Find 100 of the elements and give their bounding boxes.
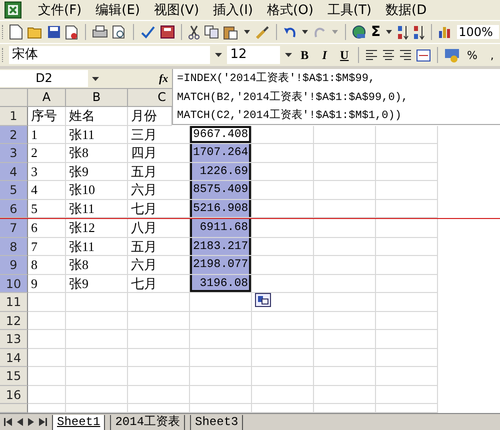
menu-item[interactable]: 工具(T): [327, 1, 372, 19]
caret-icon[interactable]: [386, 30, 392, 34]
table-cell[interactable]: [252, 126, 314, 144]
table-cell[interactable]: 1: [28, 126, 66, 144]
table-cell[interactable]: 张8: [66, 256, 128, 274]
format-brush-icon[interactable]: [255, 24, 270, 40]
table-cell[interactable]: [28, 293, 66, 312]
table-cell[interactable]: [252, 181, 314, 200]
table-cell[interactable]: [376, 274, 438, 293]
table-cell[interactable]: 4: [28, 181, 66, 200]
row-header[interactable]: 16: [0, 386, 28, 404]
table-cell[interactable]: [376, 386, 438, 404]
table-cell[interactable]: [252, 386, 314, 404]
menu-item[interactable]: 文件(F): [38, 1, 82, 19]
new-document-icon[interactable]: [9, 24, 23, 40]
row-header[interactable]: 6: [0, 200, 28, 218]
table-cell[interactable]: [252, 312, 314, 330]
comma-button[interactable]: ,: [484, 48, 500, 62]
menu-item[interactable]: 数据(D: [386, 1, 427, 19]
paste-icon[interactable]: [223, 24, 239, 40]
table-cell[interactable]: [190, 386, 252, 404]
select-all-button[interactable]: [0, 89, 28, 107]
row-header[interactable]: 13: [0, 330, 28, 348]
table-cell[interactable]: [376, 348, 438, 367]
table-cell[interactable]: 9667.408: [190, 126, 252, 144]
table-cell[interactable]: 6911.68: [190, 219, 252, 238]
table-cell[interactable]: [376, 181, 438, 200]
table-cell[interactable]: [314, 330, 376, 348]
row-header[interactable]: 3: [0, 144, 28, 162]
row-header[interactable]: 15: [0, 367, 28, 386]
table-cell[interactable]: [190, 348, 252, 367]
table-cell[interactable]: 6: [28, 219, 66, 238]
row-header[interactable]: 1: [0, 107, 28, 126]
table-cell[interactable]: [252, 256, 314, 274]
row-header[interactable]: 7: [0, 219, 28, 238]
sheet-tab[interactable]: Sheet3: [190, 414, 244, 430]
table-cell[interactable]: 张11: [66, 238, 128, 256]
table-cell[interactable]: [376, 126, 438, 144]
caret-icon[interactable]: [215, 53, 222, 57]
table-cell[interactable]: [376, 312, 438, 330]
table-cell[interactable]: 2183.217: [190, 238, 252, 256]
insert-function-button[interactable]: fx: [159, 72, 168, 84]
row-header[interactable]: 4: [0, 162, 28, 181]
table-cell[interactable]: [314, 274, 376, 293]
sort-descending-icon[interactable]: [412, 24, 425, 40]
zoom-field[interactable]: 100%: [456, 25, 499, 39]
row-header[interactable]: 5: [0, 181, 28, 200]
row-header[interactable]: 9: [0, 256, 28, 274]
table-cell[interactable]: [314, 348, 376, 367]
font-name-field[interactable]: 宋体: [8, 46, 210, 64]
caret-icon[interactable]: [302, 30, 308, 34]
table-cell[interactable]: [66, 367, 128, 386]
table-cell[interactable]: [314, 238, 376, 256]
table-cell[interactable]: [66, 348, 128, 367]
table-cell[interactable]: 张9: [66, 162, 128, 181]
table-cell[interactable]: [190, 330, 252, 348]
table-cell[interactable]: [314, 162, 376, 181]
table-cell[interactable]: [28, 386, 66, 404]
table-cell[interactable]: [252, 162, 314, 181]
table-cell[interactable]: [314, 144, 376, 162]
table-cell[interactable]: 2: [28, 144, 66, 162]
table-cell[interactable]: [376, 219, 438, 238]
table-cell[interactable]: 1707.264: [190, 144, 252, 162]
table-cell[interactable]: 5216.908: [190, 200, 252, 218]
table-cell[interactable]: 张8: [66, 144, 128, 162]
table-cell[interactable]: [128, 293, 190, 312]
spell-check-icon[interactable]: [140, 25, 156, 39]
table-cell[interactable]: [190, 367, 252, 386]
align-center-icon[interactable]: [382, 49, 396, 61]
menu-item[interactable]: 插入(I): [213, 1, 254, 19]
percent-button[interactable]: %: [464, 48, 480, 62]
globe-link-icon[interactable]: [352, 24, 367, 40]
table-cell[interactable]: [66, 386, 128, 404]
print-icon[interactable]: [92, 25, 108, 39]
table-cell[interactable]: [190, 293, 252, 312]
print-preview-icon[interactable]: [112, 24, 127, 40]
menu-item[interactable]: 编辑(E): [96, 1, 140, 19]
table-cell[interactable]: 3: [28, 162, 66, 181]
undo-icon[interactable]: [283, 26, 297, 38]
table-cell[interactable]: [28, 330, 66, 348]
currency-icon[interactable]: [444, 48, 460, 62]
sheet-tab[interactable]: Sheet1: [52, 414, 106, 430]
table-cell[interactable]: 8575.409: [190, 181, 252, 200]
table-cell[interactable]: [252, 330, 314, 348]
table-cell[interactable]: [252, 238, 314, 256]
table-cell[interactable]: 9: [28, 274, 66, 293]
align-right-icon[interactable]: [399, 49, 412, 61]
table-cell[interactable]: [376, 293, 438, 312]
copy-icon[interactable]: [204, 25, 219, 39]
row-header[interactable]: 2: [0, 126, 28, 144]
table-cell[interactable]: 8: [28, 256, 66, 274]
table-cell[interactable]: [314, 293, 376, 312]
open-folder-icon[interactable]: [27, 25, 43, 39]
table-cell[interactable]: [252, 219, 314, 238]
cut-icon[interactable]: [188, 24, 200, 40]
align-left-icon[interactable]: [365, 49, 378, 61]
first-sheet-icon[interactable]: [4, 418, 12, 426]
book-icon[interactable]: [160, 25, 175, 39]
column-header[interactable]: C: [128, 89, 172, 107]
table-cell[interactable]: [376, 330, 438, 348]
